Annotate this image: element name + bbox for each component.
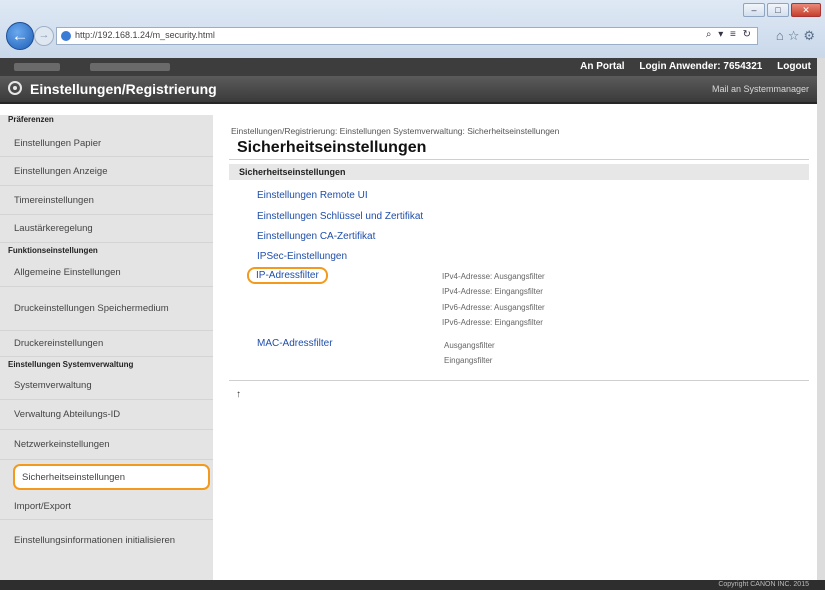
sidebar-item-department-id[interactable]: Verwaltung Abteilungs-ID [0,400,213,430]
vertical-scrollbar[interactable] [817,58,825,590]
sidebar-item-system-management[interactable]: Systemverwaltung [0,372,213,400]
copyright: Copyright CANON INC. 2015 [718,581,809,588]
sidebar-header-system-management: Einstellungen Systemverwaltung [8,360,134,369]
sidebar-header-function-settings: Funktionseinstellungen [8,246,98,255]
ip-filter-note: IPv6-Adresse: Ausgangsfilter [442,303,545,312]
redacted-text [90,63,170,71]
logout-link[interactable]: Logout [777,61,811,72]
section-header: Sicherheitseinstellungen [229,164,809,180]
home-icon[interactable]: ⌂ [776,28,788,43]
ca-certificate-settings-link[interactable]: Einstellungen CA-Zertifikat [257,231,375,242]
sidebar-item-display-settings[interactable]: Einstellungen Anzeige [0,157,213,186]
sidebar-item-print-media-settings[interactable]: Druckeinstellungen Speichermedium [0,287,213,331]
top-bar: An Portal Login Anwender: 7654321 Logout [0,58,825,76]
ip-filter-note: IPv6-Adresse: Eingangsfilter [442,318,543,327]
settings-gear-icon [8,81,22,95]
gear-icon[interactable]: ⚙ [803,28,819,43]
sidebar-item-paper-settings[interactable]: Einstellungen Papier [0,131,213,157]
mac-filter-note: Ausgangsfilter [444,341,495,350]
sidebar-item-timer-settings[interactable]: Timereinstellungen [0,186,213,215]
sidebar-item-printer-settings[interactable]: Druckereinstellungen [0,331,213,357]
ie-favicon-icon [61,31,71,41]
star-icon[interactable]: ☆ [788,28,804,43]
back-arrow-icon[interactable]: ← [6,22,34,50]
address-bar[interactable]: http://192.168.1.24/m_security.html ⌕ ▾ … [56,27,758,45]
sidebar-item-network-settings[interactable]: Netzwerkeinstellungen [0,430,213,460]
breadcrumb: Einstellungen/Registrierung: Einstellung… [231,126,560,136]
footer: Copyright CANON INC. 2015 [0,580,825,590]
maximize-icon[interactable]: □ [767,3,789,17]
page-title: Sicherheitseinstellungen [237,139,427,156]
minimize-icon[interactable]: – [743,3,765,17]
sidebar-item-volume-control[interactable]: Laustärkeregelung [0,215,213,243]
app-title: Einstellungen/Registrierung [30,81,217,97]
close-icon[interactable]: ✕ [791,3,821,17]
section-title: Sicherheitseinstellungen [239,167,346,177]
sidebar: Präferenzen Einstellungen Papier Einstel… [0,115,213,580]
remote-ui-settings-link[interactable]: Einstellungen Remote UI [257,190,368,201]
portal-link[interactable]: An Portal [580,61,624,72]
address-tools-icons[interactable]: ⌕ ▾ ≡ ↻ [706,29,753,40]
login-user-info: Login Anwender: 7654321 [639,61,763,72]
divider [229,380,809,381]
redacted-text [14,63,60,71]
ip-address-filter-link[interactable]: IP-Adressfilter [247,267,328,284]
back-to-top-icon[interactable]: ↑ [236,389,241,400]
ip-filter-note: IPv4-Adresse: Ausgangsfilter [442,272,545,281]
sidebar-item-security-wrapper: Sicherheitseinstellungen [0,460,213,494]
browser-toolbar-icons[interactable]: ⌂☆⚙ [776,28,819,44]
mac-filter-note: Eingangsfilter [444,356,493,365]
ip-filter-note: IPv4-Adresse: Eingangsfilter [442,287,543,296]
sidebar-item-security-settings[interactable]: Sicherheitseinstellungen [13,464,210,490]
sidebar-item-initialize-settings[interactable]: Einstellungsinformationen initialisieren [0,520,213,560]
divider [229,159,809,160]
ipsec-settings-link[interactable]: IPSec-Einstellungen [257,251,347,262]
sidebar-header-preferences: Präferenzen [8,115,54,124]
address-url[interactable]: http://192.168.1.24/m_security.html [75,30,215,40]
main-content: Einstellungen/Registrierung: Einstellung… [213,115,825,580]
key-certificate-settings-link[interactable]: Einstellungen Schlüssel und Zertifikat [257,211,423,222]
mail-admin-link[interactable]: Mail an Systemmanager [712,84,809,94]
sidebar-item-general-settings[interactable]: Allgemeine Einstellungen [0,258,213,287]
header-bar: Einstellungen/Registrierung Mail an Syst… [0,76,825,104]
mac-address-filter-link[interactable]: MAC-Adressfilter [257,338,333,349]
window-controls: – □ ✕ [743,3,821,17]
browser-chrome: – □ ✕ ← → http://192.168.1.24/m_security… [0,0,825,59]
forward-arrow-icon[interactable]: → [34,26,54,46]
sidebar-item-import-export[interactable]: Import/Export [0,494,213,520]
